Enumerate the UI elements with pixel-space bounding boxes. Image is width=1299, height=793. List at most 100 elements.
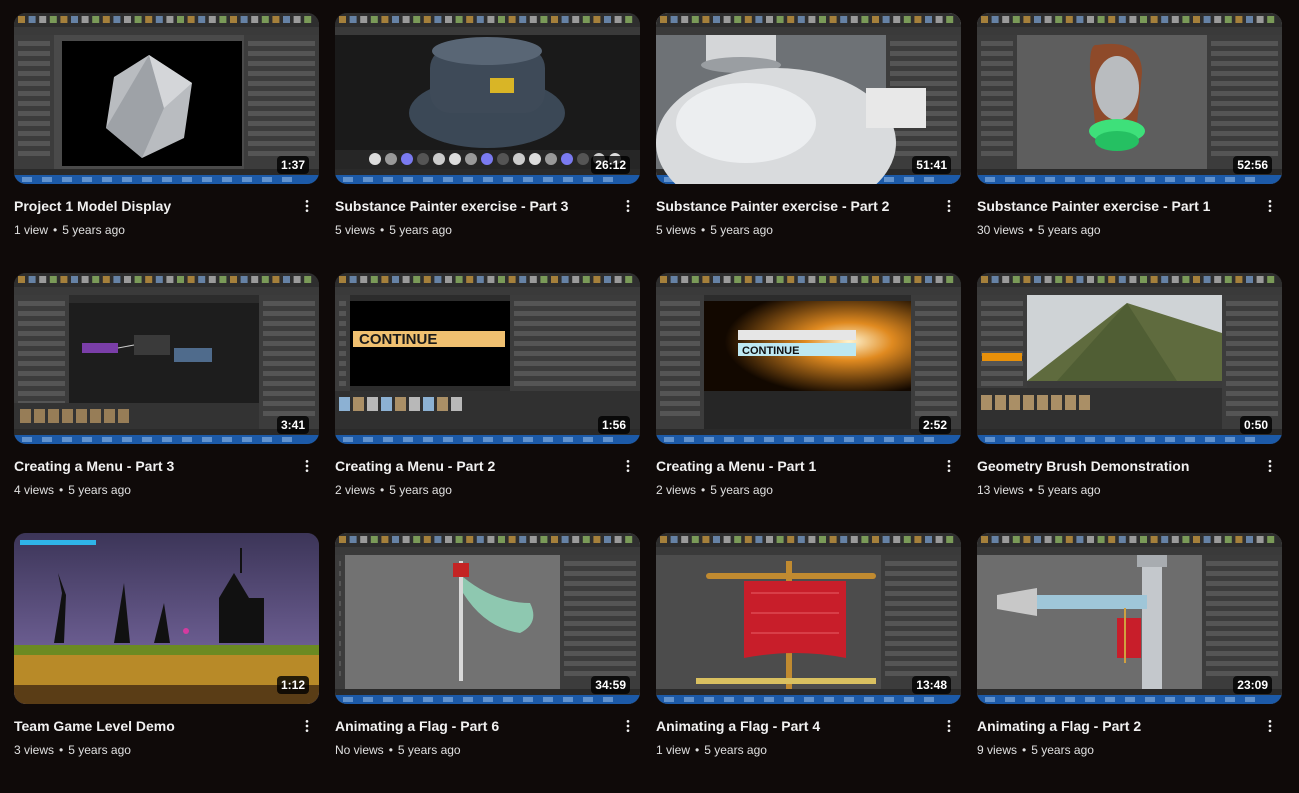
- video-card[interactable]: CONTINUE 2:52 Creating a Menu - Part 1 2…: [656, 273, 961, 533]
- video-title[interactable]: Substance Painter exercise - Part 2: [656, 196, 925, 216]
- video-title[interactable]: Animating a Flag - Part 4: [656, 716, 925, 736]
- video-meta: Animating a Flag - Part 2 9 views • 5 year…: [977, 716, 1282, 759]
- separator-dot: •: [388, 743, 393, 757]
- more-actions-button[interactable]: [1258, 714, 1282, 738]
- view-count: 9 views: [977, 743, 1018, 757]
- video-thumbnail[interactable]: 34:59: [335, 533, 640, 704]
- video-title[interactable]: Animating a Flag - Part 2: [977, 716, 1246, 736]
- video-thumbnail[interactable]: 1:37: [14, 13, 319, 184]
- upload-age: 5 years ago: [1037, 223, 1101, 237]
- video-meta: Geometry Brush Demonstration 13 views • 5 …: [977, 456, 1282, 499]
- video-card[interactable]: 52:56 Substance Painter exercise - Part …: [977, 13, 1282, 273]
- more-actions-button[interactable]: [295, 194, 319, 218]
- video-title[interactable]: Creating a Menu - Part 2: [335, 456, 604, 476]
- separator-dot: •: [1022, 743, 1027, 757]
- thumbnail-image: [14, 273, 319, 444]
- more-vert-icon-glyph: [947, 200, 951, 212]
- video-card[interactable]: 1:37 Project 1 Model Display 1 view • 5 ye…: [14, 13, 319, 273]
- separator-dot: •: [701, 483, 706, 497]
- separator-dot: •: [59, 743, 64, 757]
- video-stats: 1 view • 5 years ago: [14, 221, 283, 239]
- video-thumbnail[interactable]: 3:41: [14, 273, 319, 444]
- view-count: 2 views: [656, 483, 697, 497]
- separator-dot: •: [53, 223, 58, 237]
- video-thumbnail[interactable]: 23:09: [977, 533, 1282, 704]
- video-thumbnail[interactable]: 26:12: [335, 13, 640, 184]
- more-vert-icon-glyph: [1268, 200, 1272, 212]
- video-title[interactable]: Geometry Brush Demonstration: [977, 456, 1246, 476]
- upload-age: 5 years ago: [710, 483, 773, 497]
- video-thumbnail[interactable]: 1:12: [14, 533, 319, 704]
- thumbnail-image: CONTINUE: [656, 273, 961, 444]
- upload-age: 5 years ago: [68, 483, 131, 497]
- more-vert-icon-glyph: [626, 460, 630, 472]
- more-actions-button[interactable]: [616, 714, 640, 738]
- video-card[interactable]: 0:50 Geometry Brush Demonstration 13 vie…: [977, 273, 1282, 533]
- video-title[interactable]: Project 1 Model Display: [14, 196, 283, 216]
- view-count: 4 views: [14, 483, 55, 497]
- more-vert-icon-glyph: [626, 200, 630, 212]
- upload-age: 5 years ago: [68, 743, 131, 757]
- video-title[interactable]: Substance Painter exercise - Part 1: [977, 196, 1246, 216]
- video-title[interactable]: Team Game Level Demo: [14, 716, 283, 736]
- more-vert-icon: [941, 718, 957, 734]
- video-stats: 1 view • 5 years ago: [656, 741, 925, 759]
- video-thumbnail[interactable]: 0:50: [977, 273, 1282, 444]
- more-actions-button[interactable]: [1258, 454, 1282, 478]
- more-vert-icon-glyph: [305, 200, 309, 212]
- video-meta: Creating a Menu - Part 1 2 views • 5 years…: [656, 456, 961, 499]
- video-stats: 30 views • 5 years ago: [977, 221, 1246, 239]
- video-stats: 5 views • 5 years ago: [656, 221, 925, 239]
- video-title[interactable]: Creating a Menu - Part 3: [14, 456, 283, 476]
- video-card[interactable]: 13:48 Animating a Flag - Part 4 1 view • 5…: [656, 533, 961, 793]
- video-thumbnail[interactable]: CONTINUE 2:52: [656, 273, 961, 444]
- duration-badge: 52:56: [1233, 156, 1272, 174]
- view-count: 3 views: [14, 743, 55, 757]
- more-actions-button[interactable]: [616, 454, 640, 478]
- video-title[interactable]: Substance Painter exercise - Part 3: [335, 196, 604, 216]
- duration-badge: 34:59: [591, 676, 630, 694]
- video-card[interactable]: 26:12 Substance Painter exercise - Part …: [335, 13, 640, 273]
- duration-badge: 1:56: [597, 416, 630, 434]
- view-count: 1 view: [14, 223, 49, 237]
- more-actions-button[interactable]: [295, 454, 319, 478]
- video-meta: Animating a Flag - Part 6 No views • 5 yea…: [335, 716, 640, 759]
- video-thumbnail[interactable]: 13:48: [656, 533, 961, 704]
- view-count: 2 views: [335, 483, 376, 497]
- video-card[interactable]: 1:12 Team Game Level Demo 3 views • 5 year…: [14, 533, 319, 793]
- video-card[interactable]: 23:09 Animating a Flag - Part 2 9 views •…: [977, 533, 1282, 793]
- video-thumbnail[interactable]: CONTINUE 1:56: [335, 273, 640, 444]
- more-actions-button[interactable]: [937, 714, 961, 738]
- video-thumbnail[interactable]: 52:56: [977, 13, 1282, 184]
- more-vert-icon: [620, 458, 636, 474]
- more-vert-icon: [1262, 198, 1278, 214]
- video-meta: Project 1 Model Display 1 view • 5 years a…: [14, 196, 319, 239]
- video-meta: Substance Painter exercise - Part 2 5 vi…: [656, 196, 961, 239]
- more-vert-icon: [941, 458, 957, 474]
- video-title[interactable]: Creating a Menu - Part 1: [656, 456, 925, 476]
- video-card[interactable]: 34:59 Animating a Flag - Part 6 No views…: [335, 533, 640, 793]
- duration-badge: 0:50: [1239, 416, 1272, 434]
- video-thumbnail[interactable]: 51:41: [656, 13, 961, 184]
- more-actions-button[interactable]: [937, 194, 961, 218]
- video-title[interactable]: Animating a Flag - Part 6: [335, 716, 604, 736]
- video-card[interactable]: 3:41 Creating a Menu - Part 3 4 views • 5 …: [14, 273, 319, 533]
- duration-badge: 2:52: [918, 416, 951, 434]
- more-actions-button[interactable]: [937, 454, 961, 478]
- video-stats: No views • 5 years ago: [335, 741, 604, 759]
- more-actions-button[interactable]: [616, 194, 640, 218]
- upload-age: 5 years ago: [704, 743, 767, 757]
- video-card[interactable]: 51:41 Substance Painter exercise - Part …: [656, 13, 961, 273]
- separator-dot: •: [1028, 483, 1033, 497]
- more-actions-button[interactable]: [295, 714, 319, 738]
- duration-badge: 1:37: [276, 156, 309, 174]
- video-card[interactable]: CONTINUE 1:56 Creating a Menu - Part 2 2…: [335, 273, 640, 533]
- video-stats: 9 views • 5 years ago: [977, 741, 1246, 759]
- video-stats: 5 views • 5 years ago: [335, 221, 604, 239]
- video-meta: Team Game Level Demo 3 views • 5 years ago: [14, 716, 319, 759]
- thumbnail-image: [977, 273, 1282, 444]
- separator-dot: •: [380, 483, 385, 497]
- more-actions-button[interactable]: [1258, 194, 1282, 218]
- more-vert-icon: [299, 718, 315, 734]
- more-vert-icon: [299, 198, 315, 214]
